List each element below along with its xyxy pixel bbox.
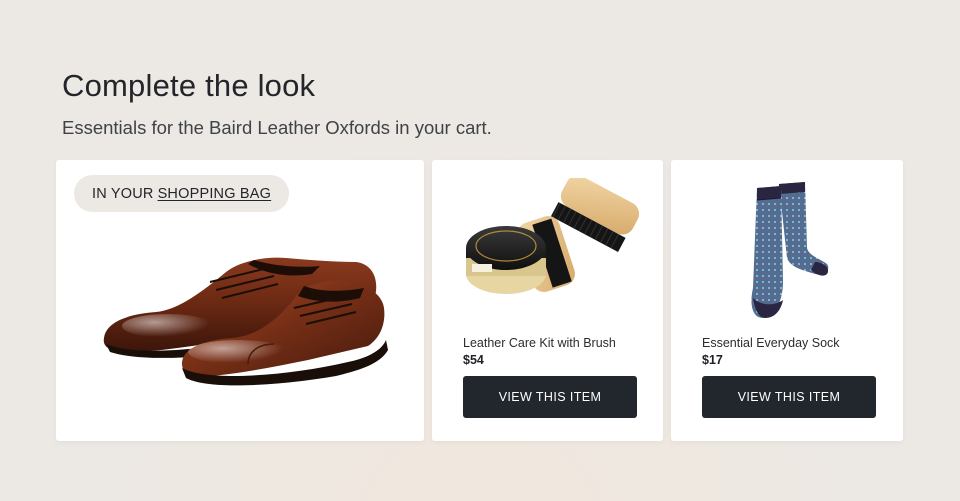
cart-item-card: IN YOUR SHOPPING BAG <box>56 160 424 441</box>
item-name: Essential Everyday Sock <box>702 336 840 350</box>
view-item-button-care-kit[interactable]: VIEW THIS ITEM <box>463 376 637 418</box>
shopping-bag-pill-prefix: IN YOUR <box>92 185 154 202</box>
shopping-bag-pill: IN YOUR SHOPPING BAG <box>74 175 290 212</box>
sock-pair-image <box>751 182 829 318</box>
recommendation-card-care-kit: Leather Care Kit with Brush $54 VIEW THI… <box>432 160 663 441</box>
view-item-button-sock[interactable]: VIEW THIS ITEM <box>702 376 876 418</box>
item-price: $54 <box>463 353 484 367</box>
item-price: $17 <box>702 353 723 367</box>
item-name: Leather Care Kit with Brush <box>463 336 616 350</box>
section-title: Complete the look <box>62 68 316 103</box>
section-subtitle: Essentials for the Baird Leather Oxfords… <box>62 117 492 138</box>
complete-the-look-section: Complete the look Essentials for the Bai… <box>0 0 960 501</box>
leather-care-kit-image <box>466 178 640 294</box>
leather-oxford-shoes-image <box>103 257 388 386</box>
shopping-bag-link[interactable]: SHOPPING BAG <box>158 186 272 202</box>
recommendation-card-sock: Essential Everyday Sock $17 VIEW THIS IT… <box>671 160 903 441</box>
